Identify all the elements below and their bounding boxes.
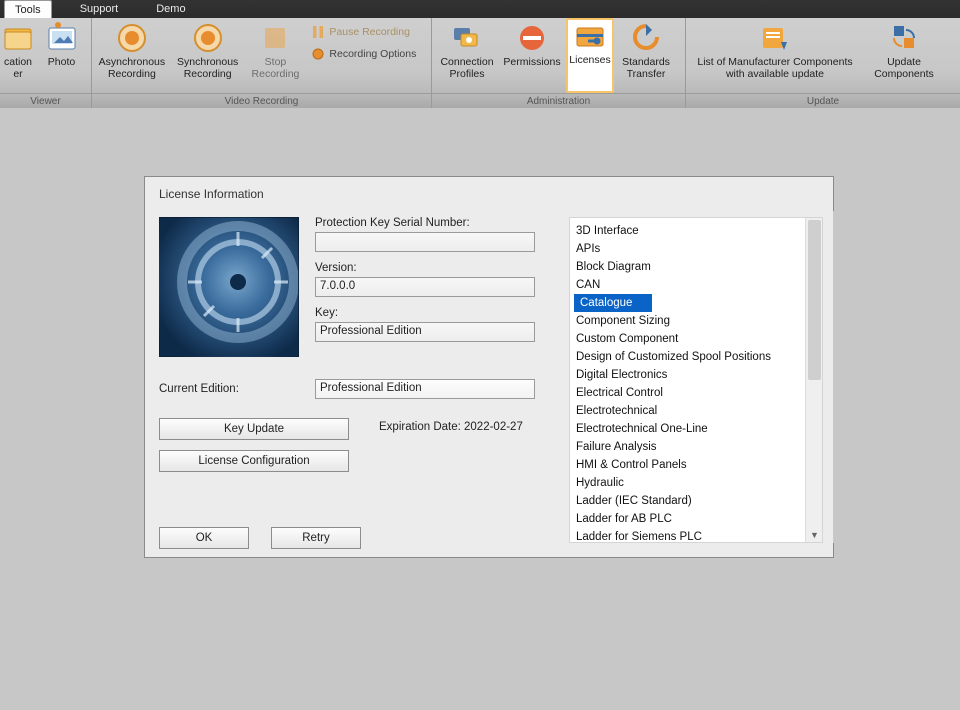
scroll-thumb[interactable] <box>808 220 821 380</box>
expiration-date-text: Expiration Date: 2022-02-27 <box>379 421 523 433</box>
ribbon-item-photo[interactable]: Photo <box>36 20 87 91</box>
scroll-down-icon[interactable]: ▼ <box>806 527 823 542</box>
list-item[interactable]: 3D Interface <box>570 222 805 240</box>
dialog-image-column <box>159 217 301 357</box>
list-item[interactable]: Component Sizing <box>570 312 805 330</box>
transfer-icon <box>630 22 662 54</box>
ribbon-item-label: Standards Transfer <box>622 56 670 80</box>
ribbon-item-label: Asynchronous Recording <box>99 56 166 80</box>
list-item[interactable]: Electrotechnical <box>570 402 805 420</box>
ribbon-item-permissions[interactable]: Permissions <box>502 20 562 91</box>
ribbon-group-title: Viewer <box>0 93 91 108</box>
tab-support[interactable]: Support <box>70 0 129 18</box>
version-field: 7.0.0.0 <box>315 277 535 297</box>
ribbon-item-connection-profiles[interactable]: Connection Profiles <box>436 20 498 91</box>
list-item[interactable]: HMI & Control Panels <box>570 456 805 474</box>
ribbon-item-label: Update Components <box>874 56 934 80</box>
ribbon: cationer Photo Viewer Asynchronous Rec <box>0 18 960 108</box>
ribbon-item-recording-options[interactable]: Recording Options <box>307 44 427 64</box>
ribbon-item-label: Synchronous Recording <box>177 56 238 80</box>
serial-label: Protection Key Serial Number: <box>315 217 545 229</box>
ribbon-item-label: Permissions <box>503 56 560 68</box>
dialog-fields: Protection Key Serial Number: Version: 7… <box>315 217 545 352</box>
record-mini-icon <box>311 47 325 61</box>
version-label: Version: <box>315 262 545 274</box>
serial-field <box>315 232 535 252</box>
ribbon-item-licenses[interactable]: Licenses <box>566 18 614 93</box>
list-item[interactable]: Electrotechnical One-Line <box>570 420 805 438</box>
photo-icon <box>46 22 78 54</box>
tab-tools[interactable]: Tools <box>4 0 52 18</box>
list-item[interactable]: Custom Component <box>570 330 805 348</box>
key-update-button[interactable]: Key Update <box>159 418 349 440</box>
menu-tabstrip: Tools Support Demo <box>0 0 960 18</box>
ribbon-item-standards-transfer[interactable]: Standards Transfer <box>618 20 674 91</box>
current-edition-label: Current Edition: <box>159 383 239 395</box>
ribbon-item-update-components[interactable]: Update Components <box>864 20 944 91</box>
license-dialog: License Information <box>144 176 834 558</box>
key-label: Key: <box>315 307 545 319</box>
list-item[interactable]: Failure Analysis <box>570 438 805 456</box>
list-item[interactable]: Block Diagram <box>570 258 805 276</box>
ribbon-item-list-updates[interactable]: List of Manufacturer Components with ava… <box>690 20 860 91</box>
ribbon-item-label: Licenses <box>569 54 610 66</box>
feature-listbox[interactable]: 3D InterfaceAPIsBlock DiagramCANCatalogu… <box>569 217 823 543</box>
list-item[interactable]: Catalogue <box>574 294 652 312</box>
permissions-icon <box>516 22 548 54</box>
list-item[interactable]: Electrical Control <box>570 384 805 402</box>
ribbon-item-label: cationer <box>4 56 32 80</box>
record-sync-icon <box>192 22 224 54</box>
ribbon-item-label: List of Manufacturer Components with ava… <box>697 56 852 80</box>
ribbon-group-update: List of Manufacturer Components with ava… <box>686 18 960 108</box>
dialog-divider <box>833 211 834 543</box>
ribbon-item-label: Photo <box>48 56 75 68</box>
list-item[interactable]: Hydraulic <box>570 474 805 492</box>
list-item[interactable]: CAN <box>570 276 805 294</box>
components-list-icon <box>759 22 791 54</box>
record-async-icon <box>116 22 148 54</box>
ribbon-group-viewer: cationer Photo Viewer <box>0 18 92 108</box>
list-item[interactable]: Digital Electronics <box>570 366 805 384</box>
retry-button[interactable]: Retry <box>271 527 361 549</box>
ribbon-item-stop-recording[interactable]: Stop Recording <box>248 20 304 91</box>
lock-image <box>159 217 299 357</box>
ribbon-item-label: Pause Recording <box>329 26 410 38</box>
ribbon-item-sync-recording[interactable]: Synchronous Recording <box>172 20 244 91</box>
scrollbar[interactable]: ▲ ▼ <box>805 218 822 542</box>
ribbon-item-truncated[interactable]: cationer <box>4 20 32 91</box>
pause-icon <box>311 25 325 39</box>
update-icon <box>888 22 920 54</box>
ribbon-item-pause-recording[interactable]: Pause Recording <box>307 22 427 42</box>
folder-icon <box>2 22 34 54</box>
list-item[interactable]: APIs <box>570 240 805 258</box>
ribbon-group-administration: Connection Profiles Permissions Licenses <box>432 18 686 108</box>
stop-icon <box>259 22 291 54</box>
list-item[interactable]: Ladder for AB PLC <box>570 510 805 528</box>
ribbon-item-label: Stop Recording <box>252 56 300 80</box>
dialog-buttons-left: Key Update License Configuration <box>159 418 369 472</box>
list-item[interactable]: Ladder (IEC Standard) <box>570 492 805 510</box>
ribbon-stack-recording: Pause Recording Recording Options <box>307 20 427 91</box>
ribbon-group-title: Update <box>686 93 960 108</box>
list-item[interactable]: Ladder for Siemens PLC <box>570 528 805 543</box>
dialog-buttons-bottom: OK Retry <box>159 527 361 549</box>
profiles-icon <box>451 22 483 54</box>
ribbon-group-title: Administration <box>432 93 685 108</box>
license-configuration-button[interactable]: License Configuration <box>159 450 349 472</box>
feature-list-items: 3D InterfaceAPIsBlock DiagramCANCatalogu… <box>570 218 805 542</box>
tab-demo[interactable]: Demo <box>146 0 195 18</box>
ok-button[interactable]: OK <box>159 527 249 549</box>
licenses-icon <box>574 20 606 52</box>
ribbon-group-title: Video Recording <box>92 93 431 108</box>
ribbon-item-label: Recording Options <box>329 48 416 60</box>
dialog-title: License Information <box>159 187 819 201</box>
list-item[interactable]: Design of Customized Spool Positions <box>570 348 805 366</box>
app-root: { "tabs": { "tools": "Tools", "support":… <box>0 0 960 710</box>
current-edition-field: Professional Edition <box>315 379 535 399</box>
ribbon-item-label: Connection Profiles <box>440 56 493 80</box>
ribbon-item-async-recording[interactable]: Asynchronous Recording <box>96 20 168 91</box>
ribbon-group-recording: Asynchronous Recording Synchronous Recor… <box>92 18 432 108</box>
key-field: Professional Edition <box>315 322 535 342</box>
